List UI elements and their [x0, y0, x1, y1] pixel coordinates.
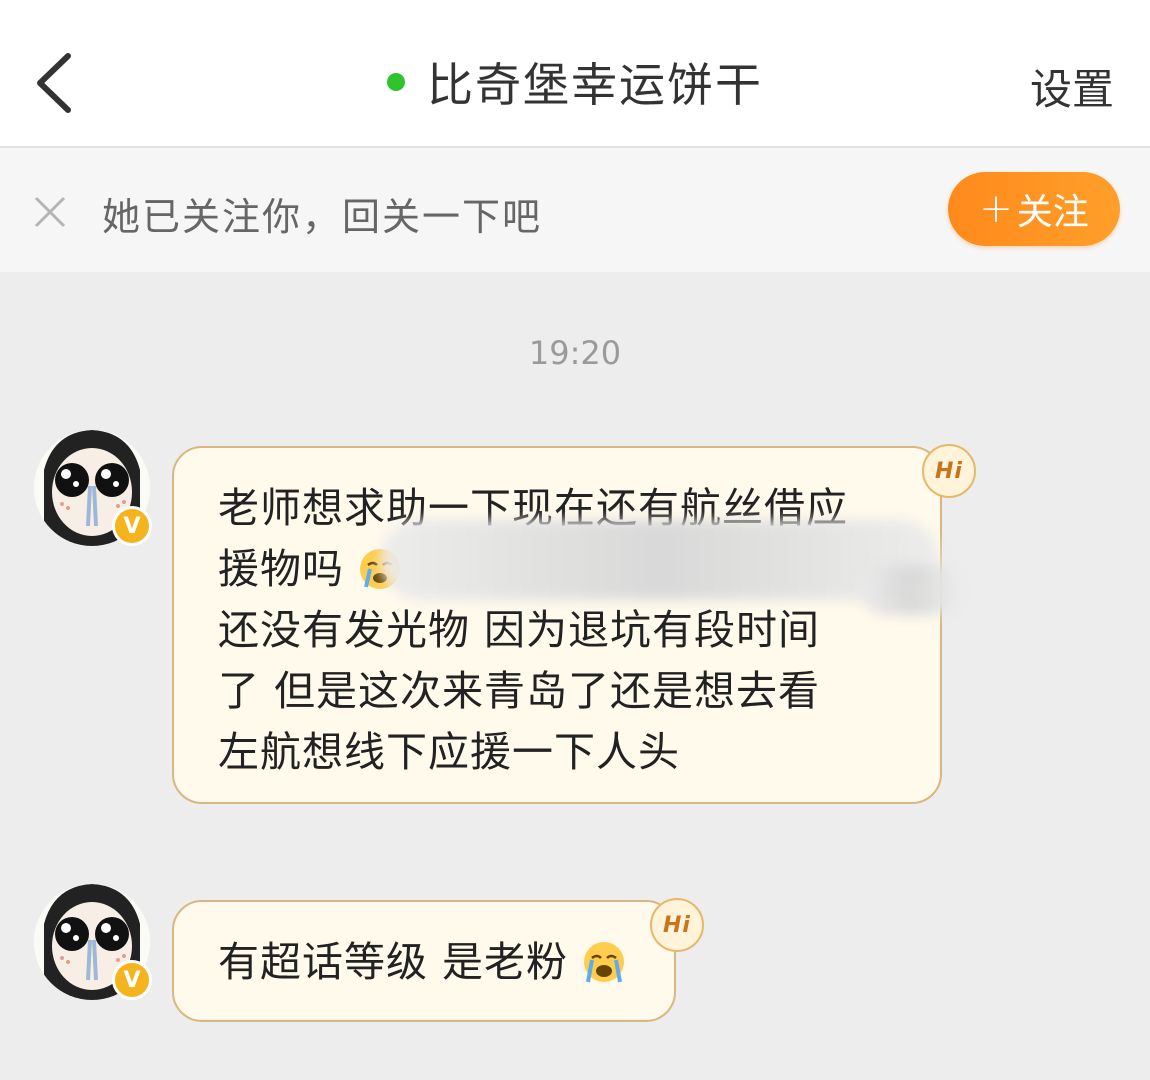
plus-icon: +: [979, 186, 1013, 232]
redacted-content: [860, 565, 960, 615]
message-line: 还没有发光物 因为退坑有段时间: [218, 606, 821, 654]
message-bubble[interactable]: 老师想求助一下现在还有航丝借应 援物吗 还没有发光物 因为退坑有段时间 了 但是…: [172, 444, 976, 804]
hi-badge-icon: Hi: [650, 898, 704, 952]
follow-button[interactable]: + 关注: [948, 172, 1120, 246]
hi-badge-icon: Hi: [922, 444, 976, 498]
verified-badge: V: [112, 960, 152, 1000]
verified-badge: V: [112, 506, 152, 546]
redacted-content: [380, 520, 940, 600]
follow-prompt-text: 她已关注你，回关一下吧: [102, 195, 543, 239]
follow-button-label: 关注: [1016, 192, 1089, 233]
message-bubble[interactable]: 有超话等级 是老粉 Hi: [172, 898, 704, 1022]
crying-face-icon: [584, 942, 625, 983]
message-timestamp: 19:20: [528, 334, 622, 372]
avatar[interactable]: V: [34, 884, 152, 1000]
avatar[interactable]: V: [34, 430, 152, 546]
settings-button[interactable]: 设置: [1030, 56, 1114, 117]
dismiss-button[interactable]: [30, 192, 70, 232]
top-nav-bar: 比奇堡幸运饼干 设置: [0, 0, 1150, 148]
title-group: 比奇堡幸运饼干: [0, 50, 1150, 114]
message-line: 左航想线下应援一下人头: [218, 728, 680, 776]
chat-title: 比奇堡幸运饼干: [427, 58, 763, 112]
close-icon: [34, 196, 66, 228]
message-text: 有超话等级 是老粉: [218, 938, 569, 986]
online-status-dot: [387, 73, 405, 91]
message-line: 了 但是这次来青岛了还是想去看: [218, 667, 821, 715]
